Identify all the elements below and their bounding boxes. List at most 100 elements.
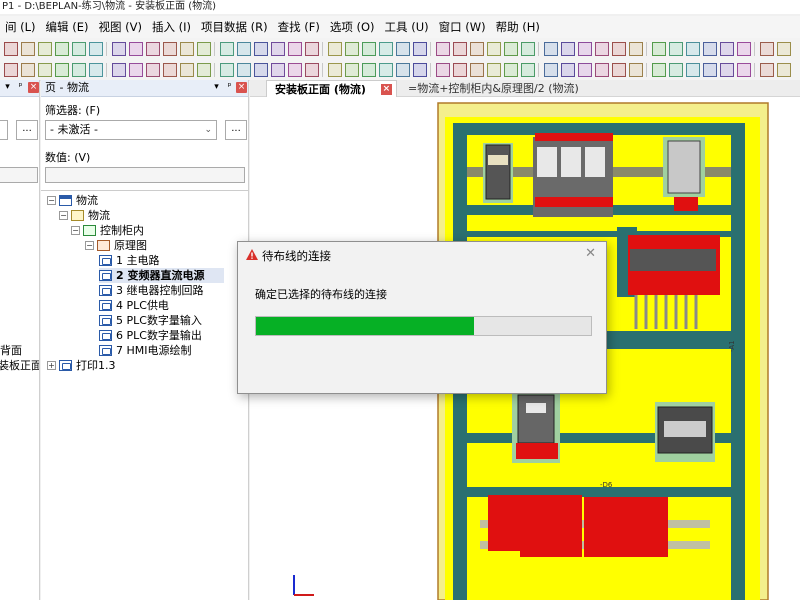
toolbar-tool-icon[interactable] <box>720 63 734 77</box>
tree-item-back[interactable]: 背面 <box>0 342 22 358</box>
tree-node[interactable]: − 物流 <box>59 208 110 223</box>
toolbar-tool-icon[interactable] <box>396 42 410 56</box>
toolbar-tool-icon[interactable] <box>271 42 285 56</box>
menu-options[interactable]: 选项 (O) <box>325 16 380 38</box>
collapse-icon[interactable]: − <box>59 211 68 220</box>
toolbar-tool-icon[interactable] <box>544 42 558 56</box>
toolbar-tool-icon[interactable] <box>669 63 683 77</box>
toolbar-tool-icon[interactable] <box>38 42 52 56</box>
menu-find[interactable]: 查找 (F) <box>273 16 325 38</box>
toolbar-tool-icon[interactable] <box>254 63 268 77</box>
toolbar-tool-icon[interactable] <box>703 42 717 56</box>
toolbar-tool-icon[interactable] <box>652 42 666 56</box>
toolbar-tool-icon[interactable] <box>686 42 700 56</box>
menu-edit[interactable]: 编辑 (E) <box>41 16 94 38</box>
toolbar-tool-icon[interactable] <box>328 42 342 56</box>
toolbar-tool-icon[interactable] <box>561 42 575 56</box>
toolbar-tool-icon[interactable] <box>629 42 643 56</box>
toolbar-tool-icon[interactable] <box>305 63 319 77</box>
menu-help[interactable]: 帮助 (H) <box>491 16 545 38</box>
left-value-field[interactable] <box>0 167 38 183</box>
toolbar-tool-icon[interactable] <box>180 63 194 77</box>
tree-node[interactable]: − 物流 <box>47 193 98 208</box>
collapse-icon[interactable]: − <box>71 226 80 235</box>
toolbar-tool-icon[interactable] <box>595 42 609 56</box>
toolbar-tool-icon[interactable] <box>237 63 251 77</box>
toolbar-tool-icon[interactable] <box>89 42 103 56</box>
toolbar-tool-icon[interactable] <box>288 42 302 56</box>
toolbar-tool-icon[interactable] <box>561 63 575 77</box>
dropdown-icon[interactable]: ▾ <box>211 82 222 93</box>
tree-node[interactable]: 4 PLC供电 <box>99 298 169 313</box>
toolbar-tool-icon[interactable] <box>21 42 35 56</box>
tree-node[interactable]: − 控制柜内 <box>71 223 144 238</box>
menu-window[interactable]: 窗口 (W) <box>434 16 491 38</box>
toolbar-tool-icon[interactable] <box>487 42 501 56</box>
toolbar-tool-icon[interactable] <box>720 42 734 56</box>
toolbar-tool-icon[interactable] <box>760 42 774 56</box>
toolbar-tool-icon[interactable] <box>180 42 194 56</box>
toolbar-tool-icon[interactable] <box>55 63 69 77</box>
toolbar-tool-icon[interactable] <box>21 63 35 77</box>
toolbar-tool-icon[interactable] <box>652 63 666 77</box>
left-filter-more-button[interactable]: ... <box>16 120 38 140</box>
collapse-icon[interactable]: − <box>85 241 94 250</box>
menu-tools[interactable]: 工具 (U) <box>380 16 434 38</box>
tree-node[interactable]: 3 继电器控制回路 <box>99 283 204 298</box>
toolbar-tool-icon[interactable] <box>521 42 535 56</box>
toolbar-tool-icon[interactable] <box>129 42 143 56</box>
toolbar-tool-icon[interactable] <box>737 63 751 77</box>
toolbar-tool-icon[interactable] <box>413 42 427 56</box>
tree-node[interactable]: 5 PLC数字量输入 <box>99 313 202 328</box>
tree-item-front[interactable]: 装板正面 <box>0 357 39 373</box>
close-icon[interactable]: × <box>28 82 39 93</box>
tree-node[interactable]: − 原理图 <box>85 238 147 253</box>
menu-project-data[interactable]: 项目数据 (R) <box>196 16 273 38</box>
toolbar-tool-icon[interactable] <box>163 42 177 56</box>
toolbar-tool-icon[interactable] <box>288 63 302 77</box>
toolbar-tool-icon[interactable] <box>504 42 518 56</box>
toolbar-tool-icon[interactable] <box>112 42 126 56</box>
toolbar-tool-icon[interactable] <box>362 42 376 56</box>
toolbar-tool-icon[interactable] <box>345 42 359 56</box>
tree-node[interactable]: 7 HMI电源绘制 <box>99 343 192 358</box>
toolbar-tool-icon[interactable] <box>72 63 86 77</box>
toolbar-tool-icon[interactable] <box>453 63 467 77</box>
left-filter-field[interactable] <box>0 120 8 140</box>
tree-node[interactable]: + 打印1.3 <box>47 358 116 373</box>
toolbar-tool-icon[interactable] <box>197 63 211 77</box>
toolbar-tool-icon[interactable] <box>129 63 143 77</box>
toolbar-tool-icon[interactable] <box>453 42 467 56</box>
close-icon[interactable]: × <box>236 82 247 93</box>
toolbar-tool-icon[interactable] <box>89 63 103 77</box>
toolbar-tool-icon[interactable] <box>112 63 126 77</box>
menu-insert[interactable]: 插入 (I) <box>147 16 196 38</box>
toolbar-tool-icon[interactable] <box>629 63 643 77</box>
toolbar-tool-icon[interactable] <box>436 63 450 77</box>
toolbar-tool-icon[interactable] <box>578 42 592 56</box>
tab-mounting-panel[interactable]: 安装板正面 (物流) × <box>266 80 397 97</box>
filter-dropdown[interactable]: - 未激活 - ⌄ <box>45 120 217 140</box>
toolbar-tool-icon[interactable] <box>413 63 427 77</box>
toolbar-tool-icon[interactable] <box>777 42 791 56</box>
toolbar-tool-icon[interactable] <box>38 63 52 77</box>
toolbar-tool-icon[interactable] <box>271 63 285 77</box>
menu-view[interactable]: 视图 (V) <box>93 16 147 38</box>
tree-node[interactable]: 1 主电路 <box>99 253 160 268</box>
close-icon[interactable]: ✕ <box>585 246 596 261</box>
pin-icon[interactable]: ᵖ <box>15 82 26 93</box>
menu-edit-partial[interactable]: 间 (L) <box>0 16 41 38</box>
toolbar-tool-icon[interactable] <box>379 42 393 56</box>
toolbar-tool-icon[interactable] <box>595 63 609 77</box>
toolbar-tool-icon[interactable] <box>328 63 342 77</box>
toolbar-tool-icon[interactable] <box>470 42 484 56</box>
toolbar-tool-icon[interactable] <box>163 63 177 77</box>
toolbar-tool-icon[interactable] <box>146 63 160 77</box>
toolbar-tool-icon[interactable] <box>220 63 234 77</box>
toolbar-tool-icon[interactable] <box>396 63 410 77</box>
toolbar-tool-icon[interactable] <box>686 63 700 77</box>
toolbar-tool-icon[interactable] <box>470 63 484 77</box>
toolbar-tool-icon[interactable] <box>703 63 717 77</box>
toolbar-tool-icon[interactable] <box>578 63 592 77</box>
toolbar-tool-icon[interactable] <box>220 42 234 56</box>
